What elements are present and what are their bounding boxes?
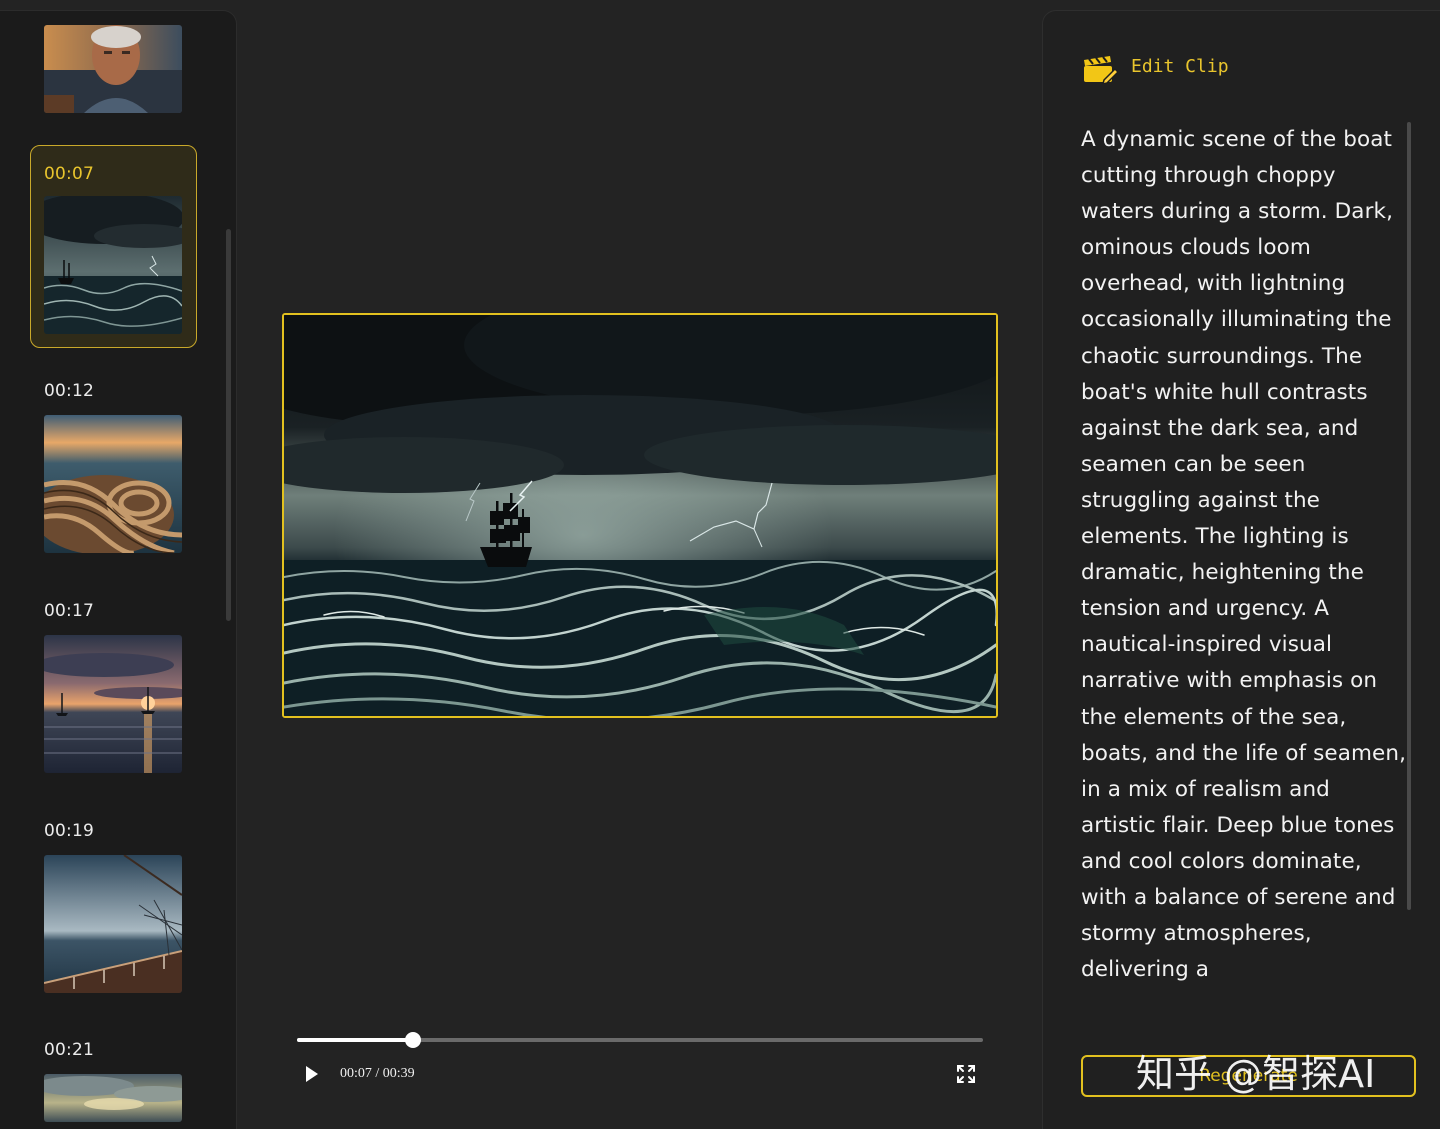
clip-sidebar: 00:07 00:12 00:17 00:19 00:21 <box>0 10 237 1129</box>
regenerate-button[interactable]: Regenerate <box>1081 1055 1416 1097</box>
clip-item[interactable]: 00:21 <box>30 1040 197 1129</box>
clip-timestamp: 00:12 <box>44 381 94 401</box>
time-readout: 00:07 / 00:39 <box>340 1066 415 1081</box>
clip-thumbnail <box>44 415 182 553</box>
fullscreen-button[interactable] <box>955 1063 977 1085</box>
clip-item[interactable]: 00:17 <box>30 601 197 777</box>
progress-track[interactable] <box>297 1032 983 1048</box>
clip-timestamp: 00:21 <box>44 1040 94 1060</box>
clapperboard-edit-icon <box>1082 54 1120 86</box>
sidebar-scrollbar[interactable] <box>226 229 231 621</box>
edit-panel-title: Edit Clip <box>1131 56 1229 77</box>
clip-item-selected[interactable]: 00:07 <box>30 145 197 348</box>
clip-timestamp: 00:17 <box>44 601 94 621</box>
play-button[interactable] <box>302 1064 322 1084</box>
play-icon <box>306 1066 318 1082</box>
progress-knob[interactable] <box>404 1032 421 1048</box>
description-scrollbar[interactable] <box>1407 122 1411 910</box>
clip-description[interactable]: A dynamic scene of the boat cutting thro… <box>1081 122 1411 992</box>
clip-thumbnail <box>44 196 182 334</box>
clip-item[interactable] <box>30 11 197 117</box>
clip-thumbnail <box>44 1074 182 1122</box>
app-root: 00:07 00:12 00:17 00:19 00:21 00:07 / 00… <box>0 0 1440 1129</box>
clip-thumbnail <box>44 855 182 993</box>
progress-fill <box>297 1038 413 1042</box>
video-preview[interactable] <box>282 313 998 718</box>
clip-timestamp: 00:19 <box>44 821 94 841</box>
clip-item[interactable]: 00:19 <box>30 821 197 997</box>
clip-thumbnail <box>44 635 182 773</box>
clip-item[interactable]: 00:12 <box>30 381 197 557</box>
fullscreen-icon <box>957 1065 975 1083</box>
clip-timestamp: 00:07 <box>44 164 94 184</box>
clip-thumbnail <box>44 25 182 113</box>
